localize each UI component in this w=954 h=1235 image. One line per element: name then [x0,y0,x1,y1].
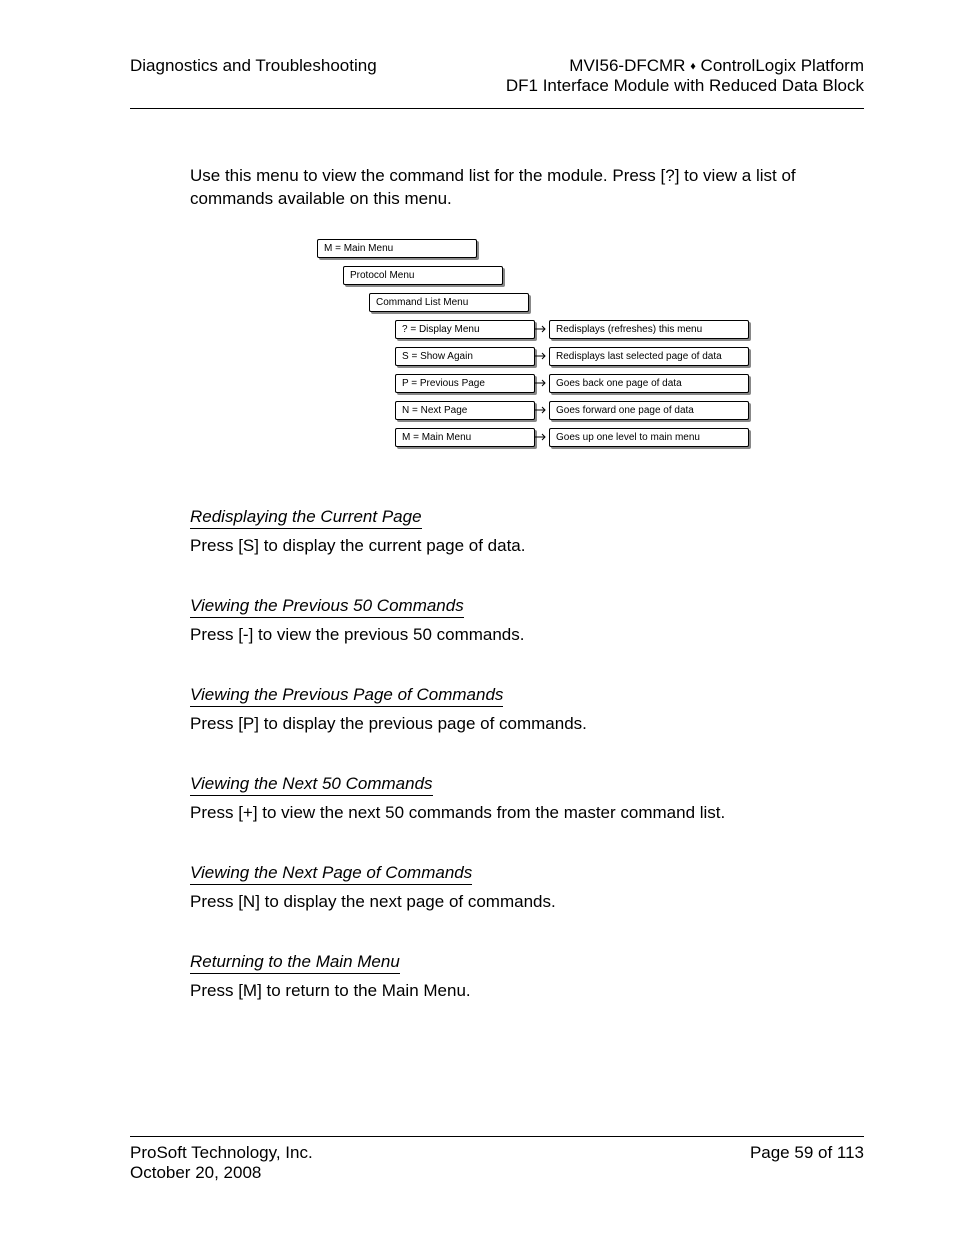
section-heading: Viewing the Next 50 Commands [190,774,433,796]
section-key: [N] [238,892,260,911]
section-key: [+] [238,803,257,822]
section-heading: Viewing the Next Page of Commands [190,863,472,885]
header-platform: ControlLogix Platform [696,56,864,75]
diagram-cmd: S = Show Again [395,347,535,366]
arrow-icon [535,405,549,415]
section-key: [M] [238,981,262,1000]
diagram-cmd: ? = Display Menu [395,320,535,339]
section-pre: Press [190,625,238,644]
diagram-row: ? = Display Menu Redisplays (refreshes) … [395,320,737,339]
intro-pre: Use this menu to view the command list f… [190,166,661,185]
header-product: MVI56-DFCMR [569,56,690,75]
section: Redisplaying the Current Page Press [S] … [190,487,864,558]
menu-diagram: M = Main Menu Protocol Menu Command List… [317,239,737,447]
section-post: to display the next page of commands. [260,892,556,911]
intro-paragraph: Use this menu to view the command list f… [190,165,864,211]
diagram-desc: Goes back one page of data [549,374,749,393]
arrow-icon [535,324,549,334]
section-key: [S] [238,536,259,555]
section-post: to display the current page of data. [259,536,526,555]
page-body: Use this menu to view the command list f… [130,165,864,1003]
header-right: MVI56-DFCMR ♦ ControlLogix Platform DF1 … [506,56,864,96]
section-post: to return to the Main Menu. [262,981,471,1000]
section-heading: Redisplaying the Current Page [190,507,422,529]
diagram-row: N = Next Page Goes forward one page of d… [395,401,737,420]
section-pre: Press [190,803,238,822]
arrow-icon [535,351,549,361]
section: Returning to the Main Menu Press [M] to … [190,932,864,1003]
section-heading: Viewing the Previous 50 Commands [190,596,464,618]
diagram-cmd: N = Next Page [395,401,535,420]
section-post: to view the next 50 commands from the ma… [258,803,726,822]
diagram-desc: Goes forward one page of data [549,401,749,420]
section-key: [-] [238,625,253,644]
section: Viewing the Previous 50 Commands Press [… [190,576,864,647]
section-heading: Viewing the Previous Page of Commands [190,685,503,707]
arrow-icon [535,432,549,442]
footer-company: ProSoft Technology, Inc. [130,1143,313,1163]
diagram-desc: Redisplays last selected page of data [549,347,749,366]
section-pre: Press [190,981,238,1000]
footer-page: Page 59 of 113 [750,1143,864,1163]
page-header: Diagnostics and Troubleshooting MVI56-DF… [130,56,864,109]
footer-date: October 20, 2008 [130,1163,313,1183]
page: Diagnostics and Troubleshooting MVI56-DF… [0,0,954,1235]
diagram-cmd: P = Previous Page [395,374,535,393]
section-post: to view the previous 50 commands. [253,625,524,644]
section: Viewing the Next Page of Commands Press … [190,843,864,914]
section-pre: Press [190,536,238,555]
diagram-row: M = Main Menu Goes up one level to main … [395,428,737,447]
section-text: Press [+] to view the next 50 commands f… [190,802,864,825]
diagram-desc: Goes up one level to main menu [549,428,749,447]
section-key: [P] [238,714,259,733]
section-post: to display the previous page of commands… [259,714,587,733]
diagram-node-protocol: Protocol Menu [343,266,503,285]
diagram-node-main: M = Main Menu [317,239,477,258]
diagram-row: P = Previous Page Goes back one page of … [395,374,737,393]
page-footer: ProSoft Technology, Inc. October 20, 200… [130,1136,864,1183]
header-right-line1: MVI56-DFCMR ♦ ControlLogix Platform [506,56,864,76]
intro-key: [?] [661,166,680,185]
footer-left: ProSoft Technology, Inc. October 20, 200… [130,1143,313,1183]
diagram-desc: Redisplays (refreshes) this menu [549,320,749,339]
footer-right: Page 59 of 113 [750,1143,864,1183]
diagram-cmd: M = Main Menu [395,428,535,447]
section-heading: Returning to the Main Menu [190,952,400,974]
section-pre: Press [190,892,238,911]
section-text: Press [N] to display the next page of co… [190,891,864,914]
diagram-node-commandlist: Command List Menu [369,293,529,312]
section-text: Press [-] to view the previous 50 comman… [190,624,864,647]
arrow-icon [535,378,549,388]
header-right-line2: DF1 Interface Module with Reduced Data B… [506,76,864,96]
section: Viewing the Next 50 Commands Press [+] t… [190,754,864,825]
section-text: Press [M] to return to the Main Menu. [190,980,864,1003]
section-text: Press [S] to display the current page of… [190,535,864,558]
section-pre: Press [190,714,238,733]
header-left: Diagnostics and Troubleshooting [130,56,377,76]
section-text: Press [P] to display the previous page o… [190,713,864,736]
section: Viewing the Previous Page of Commands Pr… [190,665,864,736]
diagram-row: S = Show Again Redisplays last selected … [395,347,737,366]
